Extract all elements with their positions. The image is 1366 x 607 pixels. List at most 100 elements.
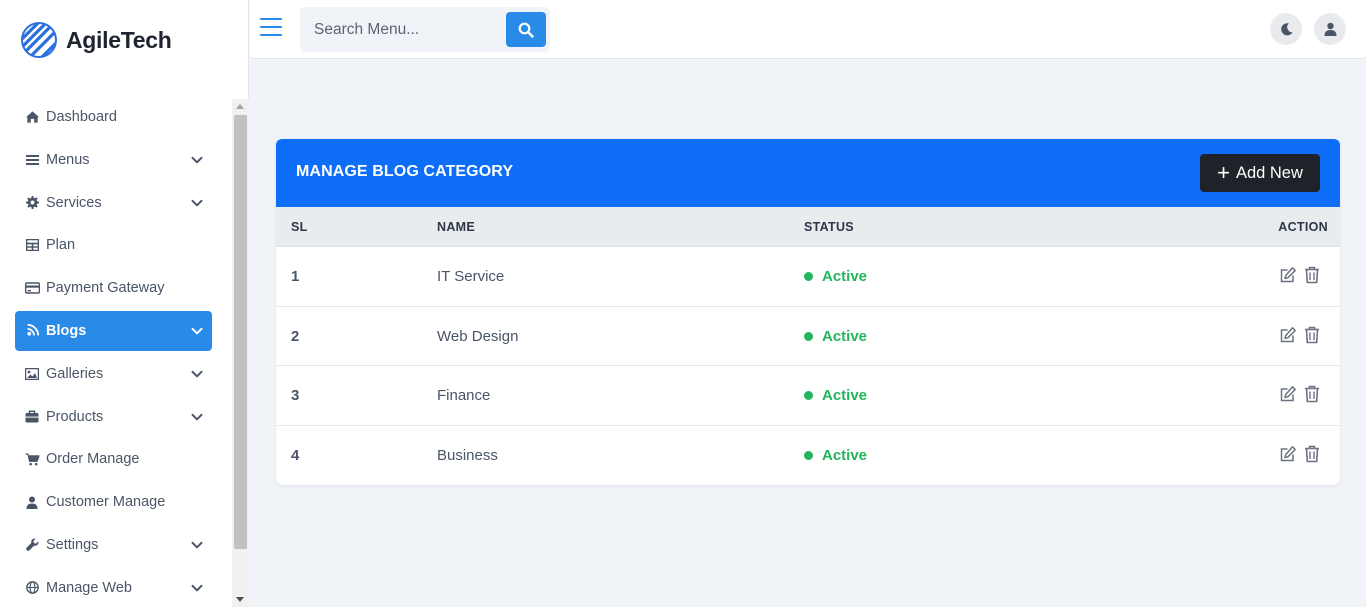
globe-icon [24,580,40,596]
delete-icon[interactable] [1302,384,1322,404]
status-label: Active [822,387,868,404]
chevron-down-icon [190,581,204,595]
sidebar-item-label: Settings [46,536,99,553]
sidebar-item-label: Dashboard [46,109,117,125]
chevron-down-icon [190,153,204,167]
edit-icon[interactable] [1278,265,1298,285]
edit-icon[interactable] [1278,444,1298,464]
theme-toggle-button[interactable] [1270,13,1302,45]
add-new-label: Add New [1235,163,1303,182]
gear-icon [24,195,40,211]
chevron-down-icon [190,410,204,424]
add-new-button[interactable]: + Add New [1200,154,1320,192]
row-name: Business [437,446,498,464]
chevron-down-icon [190,367,204,381]
sidebar-item-label: Order Manage [46,451,140,468]
search-input[interactable] [300,7,500,52]
search-button[interactable] [506,12,546,47]
row-sl: 2 [291,327,300,345]
status-dot-icon [804,391,813,400]
sidebar-item-label: Galleries [46,365,104,382]
bars-icon [24,152,40,168]
row-sl: 3 [291,387,300,404]
hamburger-menu-icon[interactable] [260,18,282,38]
brand[interactable]: AgileTech [20,20,172,60]
image-icon [24,366,40,382]
chevron-down-icon [190,196,204,210]
sidebar-item-customer-manage[interactable]: Customer Manage [15,482,212,522]
cart-icon [24,451,40,467]
status-badge: Active [804,268,867,285]
sidebar-item-plan[interactable]: Plan [15,225,212,265]
sidebar-item-dashboard[interactable]: Dashboard [15,97,212,137]
status-dot-icon [804,272,813,281]
table-row: 4 Business Active [276,426,1340,486]
user-icon [24,494,40,510]
row-name: Finance [437,387,491,404]
search-icon [518,22,534,38]
briefcase-icon [24,409,40,425]
blog-category-card: MANAGE BLOG CATEGORY + Add New SL NAME S… [276,139,1340,485]
plus-icon: + [1217,160,1230,185]
sidebar-item-products[interactable]: Products [15,397,212,437]
chevron-down-icon [190,538,204,552]
row-actions [1274,444,1322,464]
credit-card-icon [24,280,40,296]
sidebar-item-services[interactable]: Services [15,183,212,223]
search-box [300,7,550,52]
sidebar-item-blogs[interactable]: Blogs [15,310,212,351]
profile-button[interactable] [1314,13,1346,45]
scroll-down-arrow-icon[interactable] [236,597,244,602]
sidebar-item-label: Services [46,194,102,211]
row-name: IT Service [437,268,505,285]
row-name: Web Design [437,327,519,345]
scroll-thumb[interactable] [234,115,247,549]
row-actions [1274,325,1322,345]
sidebar-item-label: Plan [46,237,76,254]
sidebar-item-manage-web[interactable]: Manage Web [15,568,212,607]
column-header-status[interactable]: STATUS [804,220,854,234]
column-header-action: ACTION [1278,220,1328,234]
status-dot-icon [804,331,813,341]
sidebar-item-label: Manage Web [46,579,132,596]
sidebar-item-settings[interactable]: Settings [15,525,212,565]
blog-icon [24,323,40,339]
row-actions [1274,265,1322,285]
sidebar-menu: Dashboard Menus Services Plan Payment Gatewa… [15,97,212,607]
chevron-down-icon [190,324,204,338]
table-row: 1 IT Service Active [276,247,1340,307]
sidebar-item-galleries[interactable]: Galleries [15,354,212,394]
sidebar-scrollbar[interactable] [232,99,249,607]
status-dot-icon [804,450,813,460]
row-actions [1274,384,1322,404]
delete-icon[interactable] [1302,265,1322,285]
column-header-name[interactable]: NAME [437,220,475,234]
topbar [250,0,1366,59]
table-header: SL NAME STATUS ACTION [276,207,1340,247]
scroll-up-arrow-icon[interactable] [236,104,244,109]
sidebar-item-label: Menus [46,151,90,168]
sidebar-item-order-manage[interactable]: Order Manage [15,439,212,479]
moon-icon [1280,22,1293,35]
wrench-icon [24,537,40,553]
sidebar-item-payment-gateway[interactable]: Payment Gateway [15,268,212,308]
brand-logo-icon [21,22,57,58]
column-header-sl[interactable]: SL [291,220,308,234]
table-row: 3 Finance Active [276,366,1340,426]
status-label: Active [822,327,868,345]
status-badge: Active [804,447,867,464]
sidebar-item-label: Blogs [46,322,87,339]
sidebar-item-label: Products [46,408,104,425]
edit-icon[interactable] [1278,384,1298,404]
edit-icon[interactable] [1278,325,1298,345]
table-icon [24,237,40,253]
delete-icon[interactable] [1302,444,1322,464]
table-row: 2 Web Design Active [276,307,1340,366]
user-icon [1324,22,1336,36]
sidebar-item-menus[interactable]: Menus [15,140,212,180]
sidebar: AgileTech Dashboard Menus Services Plan Paym… [0,0,249,607]
page-title: MANAGE BLOG CATEGORY [296,163,514,180]
row-sl: 1 [291,268,300,285]
delete-icon[interactable] [1302,325,1322,345]
status-badge: Active [804,328,867,345]
